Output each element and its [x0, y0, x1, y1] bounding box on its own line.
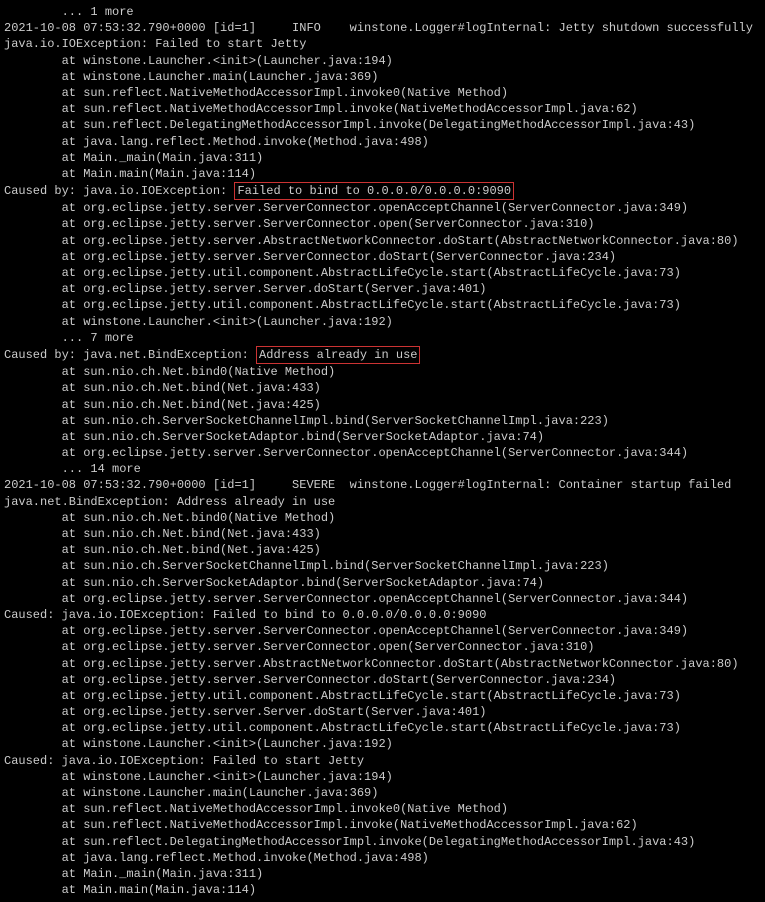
log-line: at org.eclipse.jetty.server.ServerConnec… — [4, 216, 761, 232]
log-line: at sun.reflect.NativeMethodAccessorImpl.… — [4, 801, 761, 817]
log-output: ... 1 more2021-10-08 07:53:32.790+0000 [… — [4, 4, 761, 898]
log-line: at org.eclipse.jetty.server.Server.doSta… — [4, 281, 761, 297]
log-line: ... 7 more — [4, 330, 761, 346]
log-line: at org.eclipse.jetty.server.ServerConnec… — [4, 623, 761, 639]
log-line: at sun.nio.ch.Net.bind(Net.java:425) — [4, 397, 761, 413]
log-line: at winstone.Launcher.<init>(Launcher.jav… — [4, 314, 761, 330]
log-line: java.io.IOException: Failed to start Jet… — [4, 36, 761, 52]
highlighted-error: Failed to bind to 0.0.0.0/0.0.0.0:9090 — [234, 182, 514, 200]
log-line-prefix: Caused by: java.io.IOException: — [4, 184, 234, 198]
log-line: at sun.reflect.DelegatingMethodAccessorI… — [4, 834, 761, 850]
log-line: ... 14 more — [4, 461, 761, 477]
log-line: at sun.reflect.NativeMethodAccessorImpl.… — [4, 101, 761, 117]
log-line: at java.lang.reflect.Method.invoke(Metho… — [4, 134, 761, 150]
log-line: at sun.nio.ch.Net.bind(Net.java:425) — [4, 542, 761, 558]
highlighted-error: Address already in use — [256, 346, 420, 364]
log-line: at sun.nio.ch.Net.bind(Net.java:433) — [4, 526, 761, 542]
log-line: Caused by: java.io.IOException: Failed t… — [4, 182, 761, 200]
log-line: Caused by: java.net.BindException: Addre… — [4, 346, 761, 364]
log-line: at java.lang.reflect.Method.invoke(Metho… — [4, 850, 761, 866]
log-line: java.net.BindException: Address already … — [4, 494, 761, 510]
log-line: at sun.nio.ch.ServerSocketAdaptor.bind(S… — [4, 429, 761, 445]
log-line: Caused: java.io.IOException: Failed to s… — [4, 753, 761, 769]
log-line: at Main._main(Main.java:311) — [4, 866, 761, 882]
log-line: at org.eclipse.jetty.server.ServerConnec… — [4, 639, 761, 655]
log-line: at Main.main(Main.java:114) — [4, 166, 761, 182]
log-line: at sun.reflect.DelegatingMethodAccessorI… — [4, 117, 761, 133]
log-line: at org.eclipse.jetty.util.component.Abst… — [4, 720, 761, 736]
log-line: at org.eclipse.jetty.server.AbstractNetw… — [4, 233, 761, 249]
log-line: at org.eclipse.jetty.server.ServerConnec… — [4, 445, 761, 461]
log-line: at sun.nio.ch.ServerSocketAdaptor.bind(S… — [4, 575, 761, 591]
log-line: Caused: java.io.IOException: Failed to b… — [4, 607, 761, 623]
log-line: at sun.nio.ch.Net.bind(Net.java:433) — [4, 380, 761, 396]
log-line-prefix: Caused by: java.net.BindException: — [4, 348, 256, 362]
log-line: at sun.nio.ch.ServerSocketChannelImpl.bi… — [4, 413, 761, 429]
log-line: at sun.nio.ch.ServerSocketChannelImpl.bi… — [4, 558, 761, 574]
log-line: at sun.reflect.NativeMethodAccessorImpl.… — [4, 817, 761, 833]
log-line: at org.eclipse.jetty.server.ServerConnec… — [4, 249, 761, 265]
log-line: at sun.reflect.NativeMethodAccessorImpl.… — [4, 85, 761, 101]
log-line: at winstone.Launcher.main(Launcher.java:… — [4, 785, 761, 801]
log-line: at Main._main(Main.java:311) — [4, 150, 761, 166]
log-line: ... 1 more — [4, 4, 761, 20]
log-line: at org.eclipse.jetty.util.component.Abst… — [4, 688, 761, 704]
log-line: at winstone.Launcher.main(Launcher.java:… — [4, 69, 761, 85]
log-line: at winstone.Launcher.<init>(Launcher.jav… — [4, 769, 761, 785]
log-line: at winstone.Launcher.<init>(Launcher.jav… — [4, 53, 761, 69]
log-line: at org.eclipse.jetty.util.component.Abst… — [4, 265, 761, 281]
log-line: 2021-10-08 07:53:32.790+0000 [id=1] SEVE… — [4, 477, 761, 493]
log-line: at winstone.Launcher.<init>(Launcher.jav… — [4, 736, 761, 752]
log-line: at org.eclipse.jetty.server.ServerConnec… — [4, 200, 761, 216]
log-line: at Main.main(Main.java:114) — [4, 882, 761, 898]
log-line: 2021-10-08 07:53:32.790+0000 [id=1] INFO… — [4, 20, 761, 36]
log-line: at sun.nio.ch.Net.bind0(Native Method) — [4, 364, 761, 380]
log-line: at sun.nio.ch.Net.bind0(Native Method) — [4, 510, 761, 526]
log-line: at org.eclipse.jetty.server.Server.doSta… — [4, 704, 761, 720]
log-line: at org.eclipse.jetty.server.ServerConnec… — [4, 672, 761, 688]
log-line: at org.eclipse.jetty.server.AbstractNetw… — [4, 656, 761, 672]
log-line: at org.eclipse.jetty.util.component.Abst… — [4, 297, 761, 313]
log-line: at org.eclipse.jetty.server.ServerConnec… — [4, 591, 761, 607]
